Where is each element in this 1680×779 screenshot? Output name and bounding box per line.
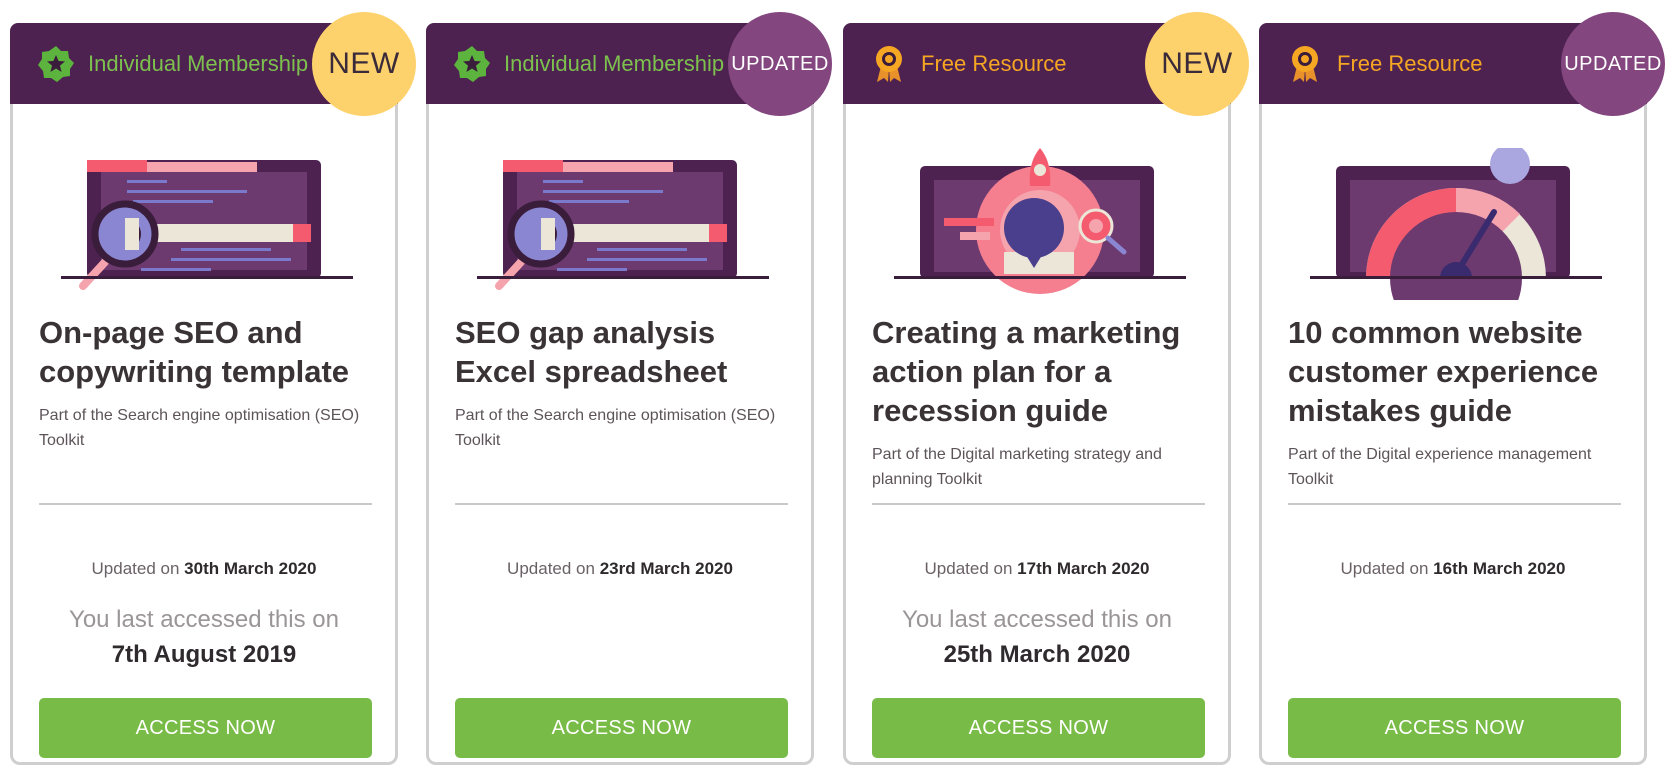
updated-date: Updated on 16th March 2020	[1340, 559, 1566, 578]
divider	[455, 503, 788, 505]
updated-badge: UPDATED	[728, 12, 832, 116]
last-accessed-label: You last accessed this on	[69, 606, 339, 633]
gauge-speedometer-illustration	[1310, 148, 1602, 300]
card-title: SEO gap analysis Excel spreadsheet	[455, 315, 728, 389]
resource-card: Free Resource UPDATED 10 common website …	[1259, 12, 1665, 765]
resource-card: Individual Membership UPDATED SEO gap an…	[426, 12, 832, 765]
access-now-button[interactable]: ACCESS NOW	[1288, 698, 1621, 758]
seo-magnifier-illustration	[61, 160, 353, 290]
card-title: Creating a marketing action plan for a r…	[872, 315, 1181, 428]
last-accessed-date: 25th March 2020	[943, 641, 1131, 668]
resource-type-label: Free Resource	[1337, 51, 1483, 76]
award-medal-icon	[876, 46, 902, 82]
new-badge: NEW	[1145, 12, 1249, 116]
last-accessed-date: 7th August 2019	[111, 641, 297, 668]
card-title: 10 common website customer experience mi…	[1288, 315, 1599, 428]
resource-type-label: Individual Membership	[88, 51, 309, 76]
updated-date: Updated on 30th March 2020	[91, 559, 317, 578]
access-now-button[interactable]: ACCESS NOW	[39, 698, 372, 758]
resource-type-label: Free Resource	[921, 51, 1067, 76]
updated-badge: UPDATED	[1561, 12, 1665, 116]
divider	[872, 503, 1205, 505]
access-now-button[interactable]: ACCESS NOW	[455, 698, 788, 758]
new-badge: NEW	[312, 12, 416, 116]
resource-card: Individual Membership NEW On-page SEO an…	[10, 12, 416, 765]
access-now-button[interactable]: ACCESS NOW	[872, 698, 1205, 758]
divider	[39, 503, 372, 505]
card-subtitle: Part of the Search engine optimisation (…	[39, 407, 360, 449]
star-badge-icon	[454, 46, 490, 82]
card-subtitle: Part of the Digital experience managemen…	[1288, 446, 1592, 488]
updated-date: Updated on 23rd March 2020	[507, 559, 733, 578]
card-subtitle: Part of the Search engine optimisation (…	[455, 407, 776, 449]
resource-card: Free Resource NEW Creating a marketing a…	[843, 12, 1249, 765]
divider	[1288, 503, 1621, 505]
card-subtitle: Part of the Digital marketing strategy a…	[872, 446, 1162, 488]
award-medal-icon	[1292, 46, 1318, 82]
resource-type-label: Individual Membership	[504, 51, 725, 76]
updated-date: Updated on 17th March 2020	[924, 559, 1150, 578]
star-badge-icon	[38, 46, 74, 82]
last-accessed-label: You last accessed this on	[902, 606, 1172, 633]
seo-magnifier-illustration	[477, 160, 769, 290]
card-title: On-page SEO and copywriting template	[39, 315, 350, 389]
rocket-strategy-illustration	[894, 148, 1186, 294]
